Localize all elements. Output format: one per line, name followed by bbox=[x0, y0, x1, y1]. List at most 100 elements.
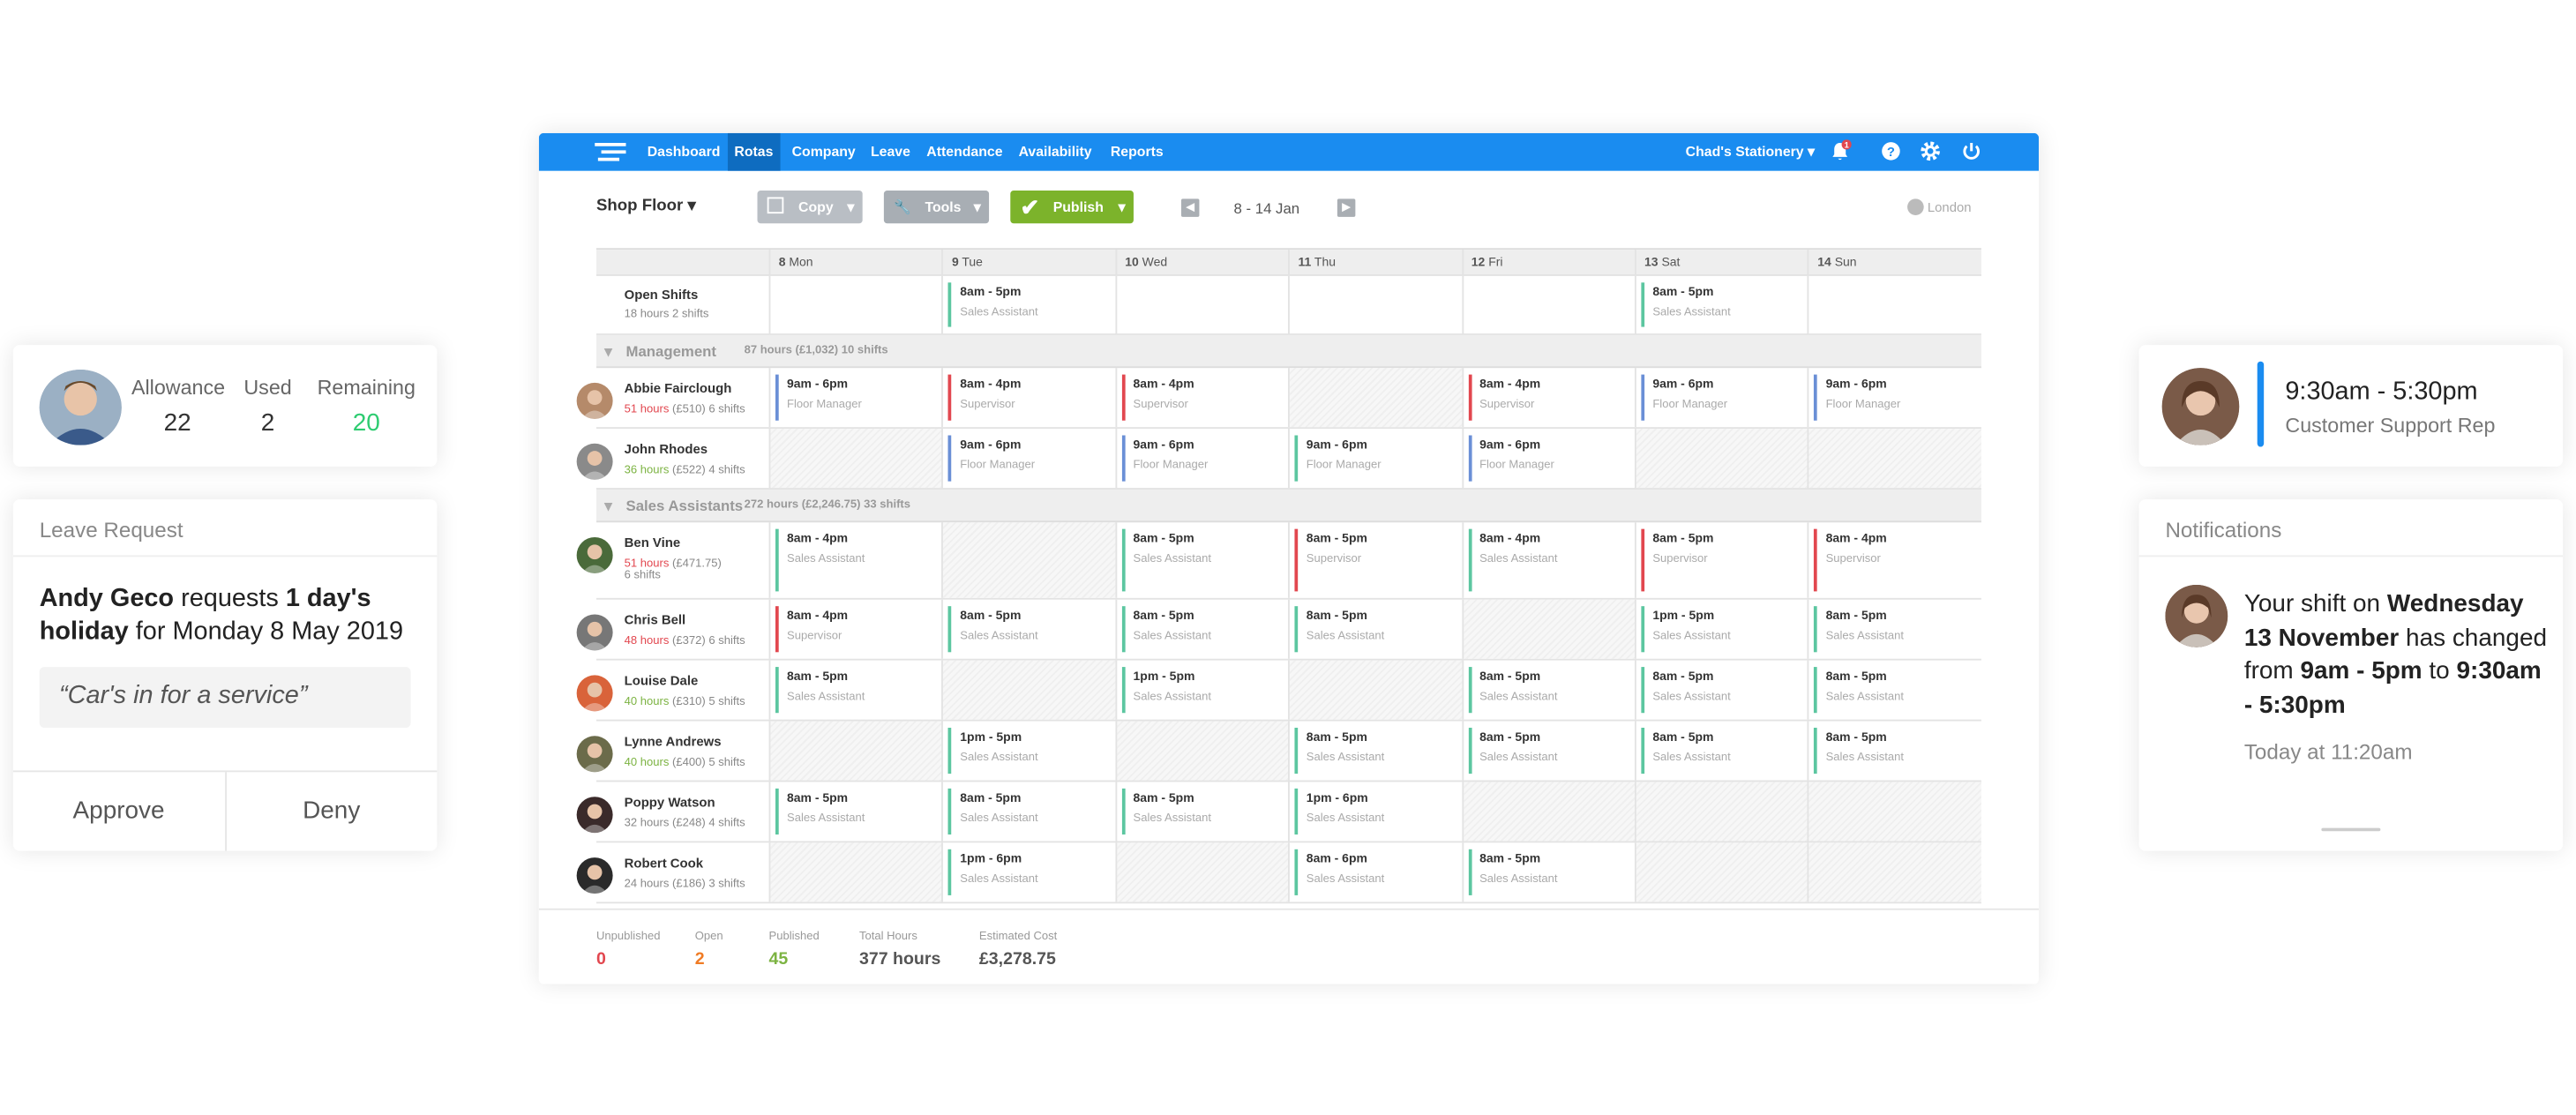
drag-handle[interactable] bbox=[2321, 827, 2381, 832]
shift-block[interactable]: 1pm - 6pm Sales Assistant bbox=[948, 849, 1110, 895]
shift-block[interactable]: 8am - 5pm Sales Assistant bbox=[1641, 727, 1802, 775]
shift-block[interactable]: 8am - 5pm Sales Assistant bbox=[1468, 849, 1629, 895]
day-cell[interactable]: 8am - 5pm Sales Assistant bbox=[768, 660, 942, 720]
help-icon[interactable]: ? bbox=[1879, 139, 1902, 162]
unavailable-cell[interactable] bbox=[768, 429, 942, 489]
day-cell[interactable] bbox=[1115, 275, 1288, 334]
day-cell[interactable]: 8am - 5pm Sales Assistant bbox=[941, 275, 1115, 334]
shift-block[interactable]: 1pm - 5pm Sales Assistant bbox=[1641, 606, 1802, 653]
employee-info[interactable]: Chris Bell 48 hours (£372) 6 shifts bbox=[576, 600, 769, 659]
shift-block[interactable]: 8am - 5pm Sales Assistant bbox=[1468, 667, 1629, 714]
shift-block[interactable]: 8am - 5pm Sales Assistant bbox=[1121, 606, 1284, 653]
shift-block[interactable]: 8am - 5pm Sales Assistant bbox=[1294, 727, 1456, 775]
gear-icon[interactable] bbox=[1919, 139, 1942, 162]
shift-block[interactable]: 8am - 4pm Sales Assistant bbox=[1468, 528, 1629, 592]
day-cell[interactable]: 8am - 5pm Sales Assistant bbox=[1115, 782, 1288, 842]
nav-dashboard[interactable]: Dashboard bbox=[640, 133, 727, 171]
employee-info[interactable]: Lynne Andrews 40 hours (£400) 5 shifts bbox=[576, 722, 769, 781]
unavailable-cell[interactable] bbox=[1634, 429, 1808, 489]
employee-info[interactable]: John Rhodes 36 hours (£522) 4 shifts bbox=[576, 429, 769, 488]
day-cell[interactable]: 8am - 4pm Supervisor bbox=[1461, 368, 1635, 428]
shift-block[interactable]: 9am - 6pm Floor Manager bbox=[1294, 435, 1456, 482]
employee-info[interactable]: Robert Cook 24 hours (£186) 3 shifts bbox=[576, 842, 769, 902]
shift-block[interactable]: 1pm - 5pm Sales Assistant bbox=[1121, 667, 1284, 714]
unavailable-cell[interactable] bbox=[768, 842, 942, 902]
day-cell[interactable]: 8am - 5pm Sales Assistant bbox=[1634, 721, 1808, 781]
copy-button[interactable]: Copy ▾ bbox=[757, 191, 863, 224]
day-cell[interactable] bbox=[768, 275, 942, 334]
shift-block[interactable]: 8am - 5pm Sales Assistant bbox=[1814, 606, 1976, 653]
day-cell[interactable]: 8am - 5pm Supervisor bbox=[1288, 522, 1461, 598]
day-cell[interactable]: 8am - 5pm Sales Assistant bbox=[941, 599, 1115, 659]
shift-block[interactable]: 8am - 5pm Sales Assistant bbox=[948, 788, 1110, 835]
day-cell[interactable]: 8am - 5pm Sales Assistant bbox=[1461, 721, 1635, 781]
company-switcher[interactable]: Chad's Stationery ▾ bbox=[1679, 133, 1821, 171]
unavailable-cell[interactable] bbox=[1808, 782, 1981, 842]
shift-block[interactable]: 8am - 4pm Supervisor bbox=[1468, 374, 1629, 421]
shift-block[interactable]: 8am - 5pm Sales Assistant bbox=[1121, 528, 1284, 592]
day-cell[interactable]: 9am - 6pm Floor Manager bbox=[941, 429, 1115, 489]
nav-attendance[interactable]: Attendance bbox=[920, 133, 1009, 171]
shift-block[interactable]: 8am - 4pm Supervisor bbox=[948, 374, 1110, 421]
day-cell[interactable]: 9am - 6pm Floor Manager bbox=[768, 368, 942, 428]
day-cell[interactable]: 8am - 5pm Sales Assistant bbox=[1115, 599, 1288, 659]
deny-button[interactable]: Deny bbox=[224, 772, 437, 851]
shift-block[interactable]: 8am - 5pm Sales Assistant bbox=[1814, 667, 1976, 714]
unavailable-cell[interactable] bbox=[1288, 660, 1462, 720]
nav-availability[interactable]: Availability bbox=[1012, 133, 1098, 171]
unavailable-cell[interactable] bbox=[941, 660, 1116, 720]
unavailable-cell[interactable] bbox=[768, 721, 942, 781]
unavailable-cell[interactable] bbox=[1461, 599, 1635, 659]
shift-block[interactable]: 9am - 6pm Floor Manager bbox=[1641, 374, 1802, 421]
bell-icon[interactable]: 1 bbox=[1829, 139, 1852, 162]
day-cell[interactable]: 9am - 6pm Floor Manager bbox=[1808, 368, 1981, 428]
employee-info[interactable]: Abbie Fairclough 51 hours (£510) 6 shifts bbox=[576, 368, 769, 427]
unavailable-cell[interactable] bbox=[1808, 429, 1981, 489]
day-cell[interactable]: 1pm - 5pm Sales Assistant bbox=[1634, 599, 1808, 659]
shift-block[interactable]: 8am - 5pm Sales Assistant bbox=[775, 788, 937, 835]
shift-block[interactable]: 8am - 5pm Sales Assistant bbox=[1641, 667, 1802, 714]
unavailable-cell[interactable] bbox=[1634, 842, 1808, 902]
nav-leave[interactable]: Leave bbox=[865, 133, 917, 171]
day-cell[interactable]: 8am - 5pm Sales Assistant bbox=[768, 782, 942, 842]
day-cell[interactable]: 8am - 4pm Supervisor bbox=[768, 599, 942, 659]
shift-block[interactable]: 8am - 5pm Sales Assistant bbox=[948, 606, 1110, 653]
day-cell[interactable]: 8am - 5pm Sales Assistant bbox=[1288, 599, 1461, 659]
unavailable-cell[interactable] bbox=[1288, 368, 1462, 428]
day-cell[interactable]: 8am - 4pm Sales Assistant bbox=[768, 522, 942, 598]
shift-block[interactable]: 8am - 5pm Sales Assistant bbox=[1468, 727, 1629, 775]
shift-block[interactable]: 9am - 6pm Floor Manager bbox=[948, 435, 1110, 482]
group-header[interactable]: ▾ Management 87 hours (£1,032) 10 shifts bbox=[595, 334, 1981, 369]
day-cell[interactable]: 1pm - 5pm Sales Assistant bbox=[941, 721, 1115, 781]
nav-rotas[interactable]: Rotas bbox=[727, 132, 780, 171]
group-header[interactable]: ▾ Sales Assistants 272 hours (£2,246.75) 3… bbox=[595, 489, 1981, 523]
day-cell[interactable]: 8am - 5pm Sales Assistant bbox=[1288, 721, 1461, 781]
employee-info[interactable]: Ben Vine 51 hours (£471.75) 6 shifts bbox=[576, 522, 769, 598]
location-dropdown[interactable]: Shop Floor ▾ bbox=[596, 197, 696, 214]
shift-block[interactable]: 8am - 4pm Supervisor bbox=[775, 606, 937, 653]
previous-week-button[interactable]: ◀ bbox=[1180, 198, 1200, 217]
shift-block[interactable]: 9am - 6pm Floor Manager bbox=[1814, 374, 1976, 421]
shift-block[interactable]: 9am - 6pm Floor Manager bbox=[1121, 435, 1284, 482]
unavailable-cell[interactable] bbox=[1115, 721, 1289, 781]
shift-block[interactable]: 9am - 6pm Floor Manager bbox=[1468, 435, 1629, 482]
collapse-toggle-icon[interactable]: ▾ bbox=[604, 490, 611, 522]
day-cell[interactable]: 8am - 5pm Sales Assistant bbox=[1634, 275, 1808, 334]
publish-button[interactable]: ✔ Publish ▾ bbox=[1010, 191, 1134, 224]
day-cell[interactable]: 8am - 5pm Sales Assistant bbox=[1808, 721, 1981, 781]
logo-icon[interactable] bbox=[595, 141, 626, 162]
day-cell[interactable]: 8am - 5pm Sales Assistant bbox=[1808, 599, 1981, 659]
day-cell[interactable]: 8am - 4pm Supervisor bbox=[1115, 368, 1288, 428]
day-cell[interactable] bbox=[1461, 275, 1635, 334]
approve-button[interactable]: Approve bbox=[13, 772, 224, 850]
nav-company[interactable]: Company bbox=[785, 133, 862, 171]
employee-info[interactable]: Poppy Watson 32 hours (£248) 4 shifts bbox=[576, 782, 769, 841]
collapse-toggle-icon[interactable]: ▾ bbox=[604, 335, 611, 368]
day-cell[interactable] bbox=[1288, 275, 1461, 334]
day-cell[interactable]: 8am - 4pm Supervisor bbox=[1808, 522, 1981, 598]
day-cell[interactable]: 8am - 5pm Sales Assistant bbox=[1808, 660, 1981, 720]
shift-block[interactable]: 8am - 4pm Supervisor bbox=[1814, 528, 1976, 592]
day-cell[interactable]: 8am - 5pm Sales Assistant bbox=[1634, 660, 1808, 720]
day-cell[interactable]: 8am - 5pm Sales Assistant bbox=[1115, 522, 1288, 598]
unavailable-cell[interactable] bbox=[941, 522, 1116, 598]
